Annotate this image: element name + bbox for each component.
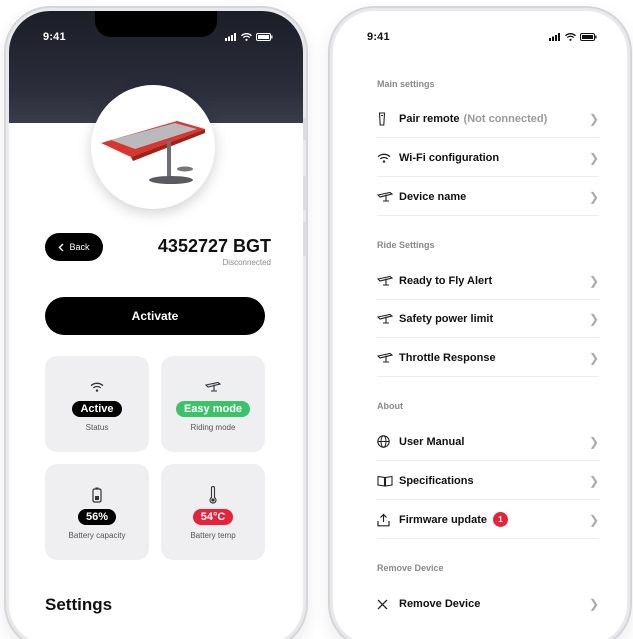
chevron-right-icon: ❯ [588, 512, 599, 527]
row-throttle-response[interactable]: Throttle Response ❯ [377, 339, 599, 377]
tile-riding-mode: Easy mode Riding mode [161, 356, 265, 452]
foil-board-icon [205, 381, 221, 392]
user-manual-label: User Manual [399, 435, 465, 448]
wifi-status-icon [565, 33, 576, 41]
product-image [91, 85, 215, 209]
tile-battery-capacity: 56% Battery capacity [45, 464, 149, 560]
pair-remote-label: Pair remote [399, 112, 460, 125]
throttle-response-label: Throttle Response [399, 351, 496, 364]
chevron-right-icon: ❯ [588, 597, 599, 611]
status-time: 9:41 [43, 31, 66, 43]
connection-state: Disconnected [222, 258, 271, 267]
status-icons [549, 33, 597, 41]
activate-label: Activate [131, 309, 179, 323]
chevron-right-icon: ❯ [588, 473, 599, 488]
chevron-right-icon: ❯ [588, 111, 599, 126]
section-ride-settings: Ride Settings [377, 240, 435, 250]
row-firmware-update[interactable]: Firmware update 1 ❯ [377, 501, 599, 539]
battery-temp-caption: Battery temp [190, 530, 236, 540]
wifi-configuration-label: Wi-Fi configuration [399, 151, 500, 164]
row-safety-power-limit[interactable]: Safety power limit ❯ [377, 300, 599, 338]
chevron-right-icon: ❯ [588, 434, 599, 449]
phone-side-button [303, 176, 307, 210]
battery-status-icon [580, 33, 597, 41]
remove-device-label: Remove Device [399, 598, 481, 610]
back-button[interactable]: Back [45, 233, 103, 261]
specifications-label: Specifications [399, 474, 474, 487]
back-label: Back [69, 242, 90, 252]
firmware-update-label: Firmware update [399, 513, 488, 526]
signal-icon [225, 33, 236, 41]
row-device-name[interactable]: Device name ❯ [377, 178, 599, 216]
close-icon [377, 599, 388, 609]
wifi-status-icon [241, 33, 252, 41]
chevron-right-icon: ❯ [588, 350, 599, 365]
foil-board-icon [377, 191, 393, 202]
phone-side-button [303, 118, 307, 140]
globe-icon [377, 435, 390, 448]
chevron-left-icon [58, 243, 64, 251]
chevron-right-icon: ❯ [588, 273, 599, 288]
status-icons [225, 33, 273, 41]
update-count-badge: 1 [493, 512, 509, 527]
row-pair-remote[interactable]: Pair remote (Not connected) ❯ [377, 100, 599, 138]
tile-status: Active Status [45, 356, 149, 452]
battery-icon [92, 487, 102, 503]
phone-side-button [303, 222, 307, 256]
riding-mode-pill: Easy mode [175, 400, 251, 417]
device-id: 4352727 BGT [157, 236, 271, 256]
phone-settings-screen: 9:41 Main settings Pair remote (Not conn… [330, 8, 630, 639]
chevron-right-icon: ❯ [588, 150, 599, 165]
status-time: 9:41 [367, 31, 390, 43]
ready-to-fly-alert-label: Ready to Fly Alert [399, 274, 493, 287]
row-user-manual[interactable]: User Manual ❯ [377, 423, 599, 461]
settings-heading: Settings [45, 595, 113, 614]
row-remove-device[interactable]: Remove Device ❯ [377, 585, 599, 623]
battery-capacity-caption: Battery capacity [68, 530, 126, 540]
riding-mode-caption: Riding mode [190, 422, 236, 432]
row-wifi-configuration[interactable]: Wi-Fi configuration ❯ [377, 139, 599, 177]
battery-temp-pill: 54°C [192, 508, 234, 525]
section-about: About [377, 401, 403, 411]
battery-status-icon [256, 33, 273, 41]
row-ready-to-fly-alert[interactable]: Ready to Fly Alert ❯ [377, 262, 599, 300]
status-pill: Active [72, 400, 122, 417]
section-main-settings: Main settings [377, 79, 435, 89]
book-icon [377, 475, 393, 487]
thermometer-icon [209, 485, 217, 504]
phone-notch [95, 11, 217, 37]
tile-battery-temp: 54°C Battery temp [161, 464, 265, 560]
chevron-right-icon: ❯ [588, 311, 599, 326]
safety-power-limit-label: Safety power limit [399, 312, 494, 325]
pair-remote-status: (Not connected) [463, 112, 548, 125]
row-specifications[interactable]: Specifications ❯ [377, 462, 599, 500]
foil-board-icon [377, 313, 393, 324]
phone-device-screen: 9:41 Back 4352727 BGT Disconnected Activ… [6, 8, 306, 639]
chevron-right-icon: ❯ [588, 189, 599, 204]
remote-icon [378, 111, 386, 126]
wifi-icon [377, 153, 391, 163]
foil-board-image [101, 121, 205, 184]
status-bar: 9:41 [333, 11, 627, 63]
device-name-label: Device name [399, 190, 467, 203]
foil-board-icon [377, 352, 393, 363]
section-remove-device: Remove Device [377, 563, 444, 573]
signal-icon [549, 33, 560, 41]
upload-icon [377, 513, 390, 526]
activate-button[interactable]: Activate [45, 297, 265, 335]
wifi-icon [90, 382, 104, 392]
status-caption: Status [85, 422, 109, 432]
battery-capacity-pill: 56% [77, 508, 117, 525]
foil-board-icon [377, 275, 393, 286]
